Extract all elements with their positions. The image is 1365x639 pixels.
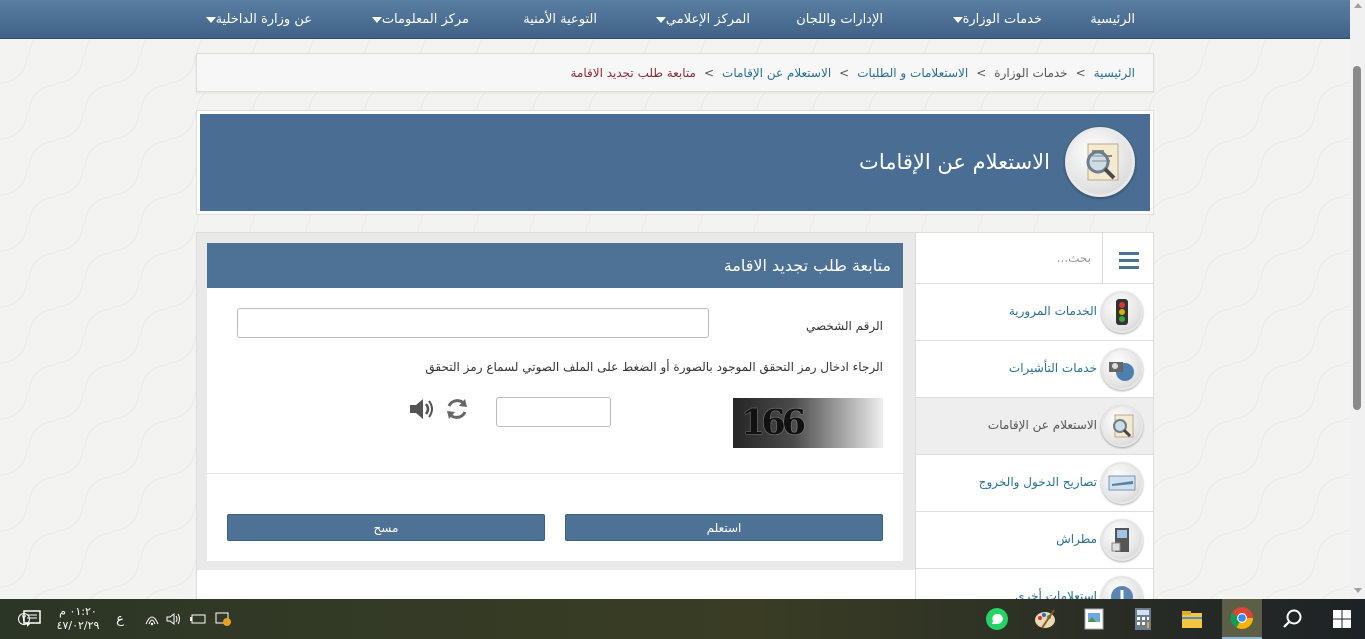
side-item-label: تصاريح الدخول والخروج (978, 475, 1097, 489)
breadcrumb-home[interactable]: الرئيسية (1094, 66, 1135, 80)
audio-captcha-icon[interactable] (407, 395, 435, 423)
breadcrumb-separator: > (976, 66, 987, 80)
volume-icon[interactable] (164, 599, 184, 639)
side-item-matrash[interactable]: مطراش (916, 512, 1153, 569)
chevron-down-icon (205, 16, 216, 23)
input-language[interactable]: ع (110, 599, 130, 639)
breadcrumb-separator: > (703, 66, 715, 80)
chrome-icon[interactable] (1222, 599, 1262, 639)
taskbar-time: ٠١:٢٠ م (59, 605, 97, 618)
breadcrumb-current: متابعة طلب تجديد الاقامة (570, 66, 696, 80)
side-search: بحث... (916, 233, 1153, 284)
nav-item-label: خدمات الوزارة (962, 12, 1042, 27)
hamburger-menu-icon[interactable] (1102, 233, 1153, 284)
nav-item-home[interactable]: الرئيسية (1090, 0, 1135, 39)
scrollbar-thumb[interactable] (1353, 66, 1361, 410)
page-scrollbar[interactable] (1350, 0, 1365, 599)
submit-button[interactable]: استعلم (565, 514, 883, 541)
page-banner: الاستعلام عن الإقامات (196, 110, 1154, 215)
windows-taskbar: ٢ ٠١:٢٠ م ٤٧/٠٢/٢٩ ع (0, 599, 1365, 639)
nav-item-label: مركز المعلومات (381, 12, 469, 27)
photos-app-icon[interactable] (1077, 599, 1111, 639)
search-icon[interactable] (1275, 599, 1311, 639)
residency-magnifier-icon (1065, 127, 1135, 197)
nav-item-media[interactable]: المركز الإعلامي (650, 0, 750, 39)
form-divider (207, 473, 903, 474)
breadcrumb-services[interactable]: خدمات الوزارة (994, 66, 1067, 80)
side-item-visa[interactable]: خدمات التأشيرات (916, 341, 1153, 398)
nav-item-label: المركز الإعلامي (665, 12, 750, 27)
breadcrumb-separator: > (839, 66, 850, 80)
residency-icon (1101, 405, 1143, 447)
scroll-down-arrow-icon[interactable] (1354, 588, 1362, 593)
clear-button[interactable]: مسح (227, 514, 545, 541)
civil-id-input[interactable] (237, 308, 709, 338)
captcha-text: 166 (741, 402, 806, 443)
captcha-input[interactable] (496, 397, 611, 427)
side-menu: بحث... الخدمات المرورية خدمات التأشيرات … (915, 233, 1153, 626)
airplane-icon (1101, 462, 1143, 504)
battery-icon[interactable] (188, 599, 208, 639)
top-navigation: الرئيسية خدمات الوزارة الإدارات واللجان … (0, 0, 1350, 39)
chevron-down-icon (952, 16, 963, 23)
residency-renewal-form: متابعة طلب تجديد الاقامة الرقم الشخصي ال… (207, 243, 903, 561)
breadcrumb-separator: > (1075, 66, 1086, 80)
side-item-traffic[interactable]: الخدمات المرورية (916, 284, 1153, 341)
page-title: الاستعلام عن الإقامات (859, 150, 1050, 174)
form-column: متابعة طلب تجديد الاقامة الرقم الشخصي ال… (197, 233, 915, 570)
whatsapp-icon[interactable] (980, 599, 1014, 639)
taskbar-clock[interactable]: ٠١:٢٠ م ٤٧/٠٢/٢٩ (50, 599, 106, 639)
side-item-entry-exit[interactable]: تصاريح الدخول والخروج (916, 455, 1153, 512)
paint-app-icon[interactable] (1028, 599, 1062, 639)
side-item-residency[interactable]: الاستعلام عن الإقامات (916, 398, 1153, 455)
captcha-image: 166 (733, 398, 883, 448)
nav-item-label: عن وزارة الداخلية (215, 12, 312, 27)
windows-start-icon[interactable] (1322, 599, 1362, 639)
side-search-input[interactable]: بحث... (1057, 251, 1091, 265)
notification-count-badge: ٢ (18, 613, 30, 625)
nav-item-services[interactable]: خدمات الوزارة (947, 0, 1042, 39)
side-item-label: الخدمات المرورية (1008, 304, 1097, 318)
side-item-label: الاستعلام عن الإقامات (987, 418, 1097, 432)
breadcrumb-inquiries[interactable]: الاستعلامات و الطلبات (857, 66, 968, 80)
traffic-light-icon (1101, 291, 1143, 333)
side-item-label: خدمات التأشيرات (1008, 361, 1097, 375)
chevron-down-icon (655, 16, 666, 23)
kiosk-icon (1101, 519, 1143, 561)
main-content: متابعة طلب تجديد الاقامة الرقم الشخصي ال… (196, 232, 1154, 626)
scroll-up-arrow-icon[interactable] (1354, 3, 1362, 8)
taskbar-date: ٤٧/٠٢/٢٩ (56, 619, 100, 632)
side-item-label: مطراش (1056, 532, 1097, 546)
breadcrumb: الرئيسية > خدمات الوزارة > الاستعلامات و الط… (196, 53, 1154, 92)
nav-item-awareness[interactable]: التوعية الأمنية (523, 0, 597, 39)
captcha-instructions: الرجاء ادخال رمز التحقق الموجود بالصورة … (425, 360, 883, 374)
chevron-down-icon (371, 16, 382, 23)
refresh-captcha-icon[interactable] (443, 395, 471, 423)
calculator-icon[interactable] (1126, 599, 1160, 639)
form-heading: متابعة طلب تجديد الاقامة (207, 243, 903, 288)
nav-item-info-center[interactable]: مركز المعلومات (366, 0, 469, 39)
breadcrumb-residency[interactable]: الاستعلام عن الإقامات (722, 66, 831, 80)
nav-item-departments[interactable]: الإدارات واللجان (796, 0, 883, 39)
visa-icon (1101, 348, 1143, 390)
file-explorer-icon[interactable] (1175, 599, 1209, 639)
nav-item-about[interactable]: عن وزارة الداخلية (200, 0, 312, 39)
civil-id-label: الرقم الشخصي (806, 319, 883, 333)
wifi-icon[interactable] (142, 599, 162, 639)
security-alert-icon[interactable] (212, 599, 234, 639)
